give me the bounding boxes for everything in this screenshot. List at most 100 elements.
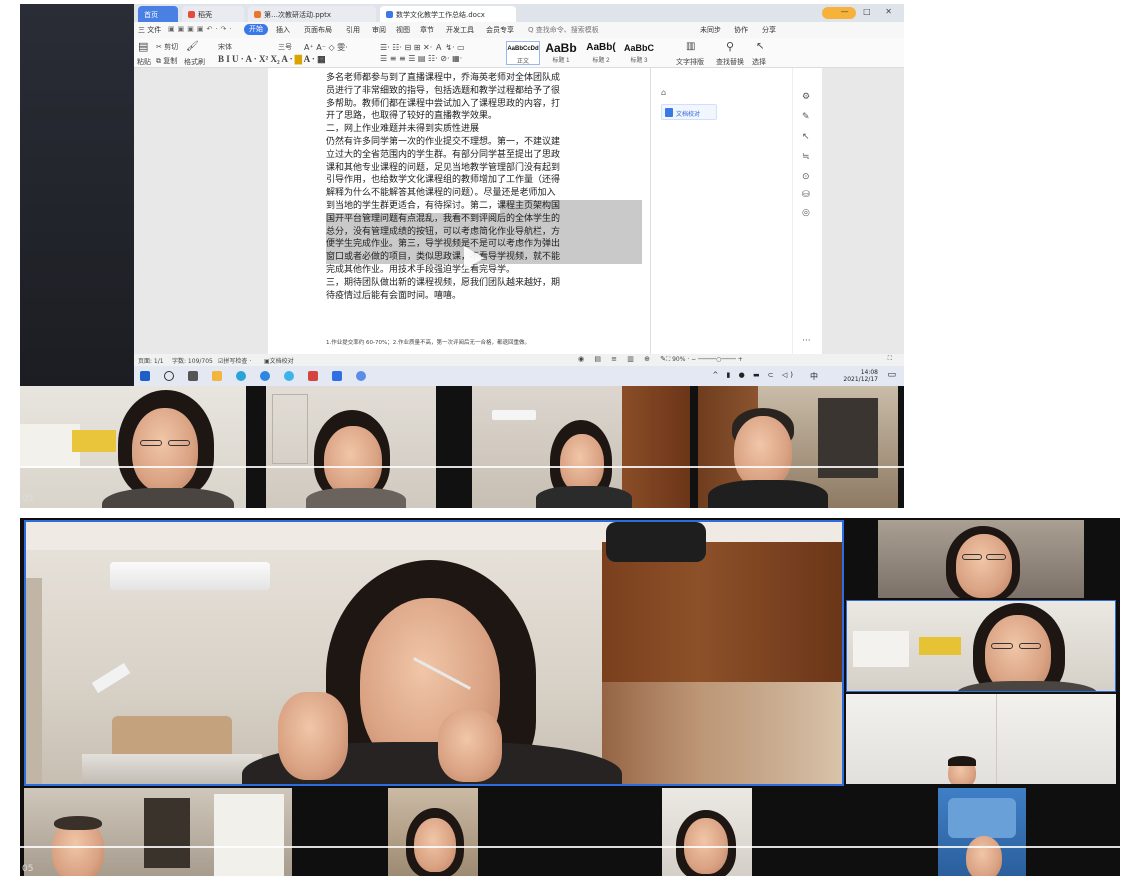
browser-icon[interactable] (260, 371, 270, 381)
format-painter-icon[interactable]: 🖌 (186, 41, 199, 52)
windows-start-icon[interactable] (140, 371, 150, 381)
more-icon[interactable]: ··· (802, 336, 811, 346)
air-conditioner (110, 562, 270, 590)
menu-developer[interactable]: 开发工具 (446, 25, 474, 35)
window-controls[interactable]: — □ ✕ (841, 7, 898, 16)
share-icon[interactable]: ⛁ (802, 190, 810, 200)
tab-docx[interactable]: 数学文化教学工作总结.docx (380, 6, 516, 22)
paragraph-align-buttons[interactable]: ☰ ≡ ≡ ☰ ▤ ☷· ⊘· ▦· (380, 54, 462, 63)
document-page[interactable]: 多名老师都参与到了直播课程中，乔海英老师对全体团队成 员进行了非常细致的指导，包… (268, 68, 650, 354)
search-icon[interactable]: ⚲ (726, 40, 734, 53)
participant-tile[interactable] (846, 694, 1116, 784)
participant-tile[interactable] (846, 600, 1116, 692)
help-icon[interactable]: ⊙ (802, 172, 810, 182)
file-explorer-icon[interactable] (212, 371, 222, 381)
participant-tile[interactable] (472, 386, 690, 508)
speaker-hand (278, 692, 348, 780)
list-buttons[interactable]: ☰· ☷· ⊟ ⊞ ✕· Ａ ↯· ▭ (380, 42, 465, 53)
search-icon[interactable] (164, 371, 174, 381)
menu-review[interactable]: 审阅 (372, 25, 386, 35)
spell-check-toggle[interactable]: ☑拼写检查 · (218, 356, 251, 365)
participant-tile[interactable] (20, 386, 246, 508)
quick-access-icons[interactable]: ▣▣▣▣↶·↷· (168, 25, 235, 33)
participant-tile[interactable] (698, 386, 898, 508)
speaker-hand (438, 710, 502, 782)
menu-file[interactable]: 三 文件 (138, 25, 161, 35)
paste-button[interactable]: 粘贴 (137, 57, 151, 67)
format-painter-button[interactable]: 格式刷 (184, 57, 205, 67)
text-format-buttons[interactable]: B I U · A · X² X₂ A · ▇ A · ▦ (218, 54, 326, 65)
doc-footnote: 1.作业提交率约 60-70%；2.作业质量不高，第一次评阅后无一合格，都退回重… (326, 340, 530, 346)
settings-icon[interactable]: ⚙ (802, 92, 810, 102)
doc-line: 解释为什么不能解答其他课程的问题）。尽量还是老师加入 (326, 188, 556, 199)
fullscreen-icon[interactable]: ⛶ (888, 355, 892, 363)
wps-icon[interactable] (308, 371, 318, 381)
doc-heading: 三，期待团队做出新的课程视频，愿我们团队越来越好，期 (326, 277, 561, 288)
participant-tile[interactable] (266, 386, 436, 508)
font-grow-shrink[interactable]: A⁺ A⁻ ◇ 雯· (304, 42, 348, 53)
collaborate-button[interactable]: 协作 (734, 25, 748, 35)
doc-line: 多帮助。教师们都在课程中尝试加入了课程思政的内容，打 (326, 98, 561, 109)
participant-tile[interactable] (24, 788, 292, 876)
tencent-meeting-icon[interactable] (332, 371, 342, 381)
meeting-app-icon[interactable] (284, 371, 294, 381)
zoom-level[interactable]: ⛶ 90% · − ─────○──── + (666, 356, 743, 364)
pen-icon[interactable]: ✎ (802, 112, 810, 122)
style-heading-1[interactable]: AaBb 标题 1 (542, 41, 580, 65)
cursor-icon[interactable]: ↖ (756, 41, 764, 52)
font-select[interactable]: 宋体 (218, 42, 232, 52)
wardrobe (622, 386, 690, 508)
doc-review-button[interactable]: 文档校对 (661, 104, 717, 120)
share-button[interactable]: 分享 (762, 25, 776, 35)
active-speaker-tile[interactable] (24, 520, 844, 786)
doc-review-status[interactable]: ▣文档校对 (264, 356, 294, 365)
ime-indicator[interactable]: 中 (810, 371, 818, 382)
participant-tile[interactable] (878, 520, 1084, 598)
doc-line-highlighted: 总分，没有管理成绩的按钮，可以考虑简化作业导航栏，方 (326, 225, 642, 239)
word-count[interactable]: 字数: 109/705 (172, 356, 213, 365)
menu-page-layout[interactable]: 页面布局 (304, 25, 332, 35)
tab-docer[interactable]: 稻壳 (182, 6, 244, 22)
search-commands[interactable]: Q 查找命令、搜索模板 (528, 25, 599, 35)
menu-view[interactable]: 视图 (396, 25, 410, 35)
text-layout-button[interactable]: 文字排版 (676, 57, 704, 67)
participant-tile[interactable] (662, 788, 752, 876)
edge-icon[interactable] (236, 371, 246, 381)
browser-tab-bar: 首页 稻壳 第…次教研活动.pptx 数学文化教学工作总结.docx — □ ✕ (134, 4, 904, 22)
notification-icon[interactable]: ▭ (887, 370, 896, 380)
doc-line: 完成其他作业。用技术手段强迫学生看完导学。 (326, 264, 516, 275)
find-replace-button[interactable]: 查找替换 (716, 57, 744, 67)
text-layout-icon[interactable]: ▥ (686, 41, 695, 52)
location-icon[interactable]: ◎ (802, 208, 810, 218)
cut-button[interactable]: ✂ 剪切 (156, 42, 178, 52)
wall-switch (91, 662, 131, 694)
participant-tile[interactable] (388, 788, 478, 876)
home-icon[interactable]: ⌂ (661, 88, 666, 97)
select-button[interactable]: 选择 (752, 57, 766, 67)
copy-button[interactable]: ⧉ 复制 (156, 56, 177, 66)
style-normal[interactable]: AaBbCcDd 正文 (506, 41, 540, 65)
tab-pptx[interactable]: 第…次教研活动.pptx (248, 6, 376, 22)
task-view-icon[interactable] (188, 371, 198, 381)
menu-references[interactable]: 引用 (346, 25, 360, 35)
play-icon[interactable] (464, 246, 484, 270)
tray-icons[interactable]: ^ ▮ ● ▬ ⊂ ◁) (712, 371, 796, 379)
participant-face (956, 534, 1012, 598)
doc-line: 立过大的全省范围内的学生群。有部分同学甚至提出了思政 (326, 149, 561, 160)
taskbar-clock[interactable]: 14:08 2021/12/17 (843, 369, 878, 383)
menu-insert[interactable]: 插入 (276, 25, 290, 35)
style-heading-2[interactable]: AaBb( 标题 2 (582, 41, 620, 65)
pointer-icon[interactable]: ↖ (802, 132, 810, 142)
participant-tile[interactable] (938, 788, 1026, 876)
sync-status[interactable]: 未同步 (700, 25, 721, 35)
menu-chapter[interactable]: 章节 (420, 25, 434, 35)
view-mode-icons[interactable]: ◉ ▤ ≡ ▥ ⊕ ✎ (578, 355, 670, 363)
menu-home[interactable]: 开始 (244, 24, 268, 35)
adjust-icon[interactable]: ≒ (802, 152, 810, 162)
style-heading-3[interactable]: AaBbC 标题 3 (622, 41, 656, 65)
app-icon[interactable] (356, 371, 366, 381)
menu-member[interactable]: 会员专享 (486, 25, 514, 35)
tab-home[interactable]: 首页 (138, 6, 178, 22)
paste-icon[interactable]: ▤ (138, 40, 148, 53)
font-size-select[interactable]: 三号 (278, 42, 292, 52)
